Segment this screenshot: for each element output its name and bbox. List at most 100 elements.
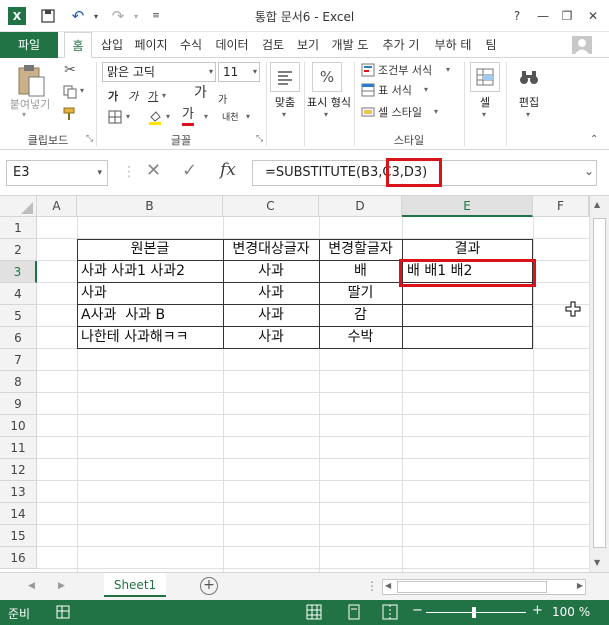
cell-styles-icon[interactable] [360, 104, 376, 120]
column-header-e[interactable]: E [402, 196, 533, 217]
minimize-button[interactable]: — [532, 6, 554, 26]
cancel-formula-button[interactable]: ✕ [146, 160, 161, 181]
cell-c3[interactable]: 사과 [223, 261, 319, 283]
font-launcher-icon[interactable]: ⤡ [256, 134, 263, 144]
cell-b5[interactable]: A사과 사과 B [81, 305, 221, 327]
copy-dropdown-icon[interactable]: ▾ [80, 86, 84, 95]
alignment-icon[interactable] [270, 62, 300, 92]
row-header-7[interactable]: 7 [0, 349, 37, 371]
fill-color-dropdown-icon[interactable]: ▾ [166, 112, 170, 121]
percent-icon[interactable]: % [312, 62, 342, 92]
add-sheet-button[interactable]: + [200, 577, 218, 595]
header-result[interactable]: 결과 [402, 239, 533, 261]
tab-addins[interactable]: 추가 기 [377, 32, 425, 58]
cell-styles-button[interactable]: 셀 스타일 [378, 102, 422, 122]
phonetic-dropdown-icon[interactable]: ▾ [246, 112, 250, 121]
collapse-ribbon-icon[interactable]: ⌃ [590, 134, 598, 145]
phonetic-button[interactable]: 내천 [222, 106, 239, 126]
alignment-dropdown-icon[interactable]: ▾ [282, 110, 286, 119]
row-header-14[interactable]: 14 [0, 503, 37, 525]
grow-font-button[interactable]: 가 [194, 82, 207, 102]
tab-file[interactable]: 파일 [0, 32, 58, 58]
tab-data[interactable]: 데이터 [210, 32, 254, 58]
row-header-12[interactable]: 12 [0, 459, 37, 481]
row-header-1[interactable]: 1 [0, 217, 37, 239]
normal-view-icon[interactable] [306, 604, 322, 620]
cut-icon[interactable]: ✂ [60, 60, 80, 80]
format-as-table-dropdown-icon[interactable]: ▾ [424, 85, 428, 94]
row-header-6[interactable]: 6 [0, 327, 37, 349]
splitter-icon[interactable]: ⋮ [366, 579, 378, 593]
format-as-table-button[interactable]: 표 서식 [378, 80, 412, 100]
cell-b3[interactable]: 사과 사과1 사과2 [81, 261, 221, 283]
copy-icon[interactable] [60, 82, 80, 102]
user-avatar[interactable] [572, 36, 592, 54]
sheet-scroll-right-icon[interactable]: ▶ [58, 581, 65, 591]
clipboard-launcher-icon[interactable]: ⤡ [86, 134, 93, 144]
number-format-dropdown-icon[interactable]: ▾ [324, 110, 328, 119]
font-color-button[interactable]: 가 [182, 106, 194, 126]
paste-dropdown-icon[interactable]: ▾ [22, 110, 26, 119]
row-header-5[interactable]: 5 [0, 305, 37, 327]
fill-color-icon[interactable] [146, 108, 164, 126]
italic-button[interactable]: 가 [128, 86, 138, 106]
header-replacement-text[interactable]: 변경할글자 [319, 239, 402, 261]
sheet-scroll-left-icon[interactable]: ◀ [28, 581, 35, 591]
format-as-table-icon[interactable] [360, 82, 376, 98]
paste-icon[interactable] [12, 62, 50, 100]
row-header-3[interactable]: 3 [0, 261, 37, 283]
cells-icon[interactable] [470, 62, 500, 92]
cell-e5[interactable] [407, 305, 533, 327]
tab-view[interactable]: 보기 [292, 32, 324, 58]
worksheet-grid[interactable]: A B C D E F ▲ ▼ 1 2 3 4 5 6 7 8 9 10 11 … [0, 196, 609, 572]
cells-dropdown-icon[interactable]: ▾ [482, 110, 486, 119]
row-header-10[interactable]: 10 [0, 415, 37, 437]
cell-b4[interactable]: 사과 [81, 283, 221, 305]
tab-page-layout[interactable]: 페이지 [130, 32, 172, 58]
font-name-combo[interactable]: 맑은 고딕 ▾ [102, 62, 216, 82]
shrink-font-button[interactable]: 가 [218, 88, 227, 108]
row-header-4[interactable]: 4 [0, 283, 37, 305]
row-header-13[interactable]: 13 [0, 481, 37, 503]
cells-label[interactable]: 셀 [468, 94, 502, 110]
cell-d3[interactable]: 배 [319, 261, 402, 283]
vertical-scroll-thumb[interactable] [593, 218, 606, 548]
cell-c4[interactable]: 사과 [223, 283, 319, 305]
underline-dropdown-icon[interactable]: ▾ [162, 91, 166, 100]
conditional-format-dropdown-icon[interactable]: ▾ [446, 65, 450, 74]
horizontal-scrollbar[interactable]: ◀ ▶ [382, 579, 586, 595]
cell-d4[interactable]: 딸기 [319, 283, 402, 305]
cell-e6[interactable] [407, 327, 533, 349]
scroll-right-icon[interactable]: ▶ [577, 581, 583, 590]
paste-label[interactable]: 붙여넣기 [6, 96, 54, 112]
cell-d5[interactable]: 감 [319, 305, 402, 327]
scroll-down-icon[interactable]: ▼ [594, 558, 600, 567]
tab-team[interactable]: 팀 [480, 32, 502, 58]
format-painter-icon[interactable] [60, 104, 80, 124]
borders-icon[interactable] [106, 108, 124, 126]
select-all-corner[interactable] [0, 196, 37, 217]
macro-record-icon[interactable] [56, 605, 70, 619]
conditional-format-icon[interactable] [360, 62, 376, 78]
name-box[interactable]: E3 ▾ [6, 160, 108, 186]
editing-label[interactable]: 편집 [512, 94, 546, 110]
number-format-label[interactable]: 표시 형식 [306, 94, 352, 110]
column-header-d[interactable]: D [319, 196, 402, 217]
row-header-16[interactable]: 16 [0, 547, 37, 569]
alignment-label[interactable]: 맞춤 [268, 94, 302, 110]
row-header-2[interactable]: 2 [0, 239, 37, 261]
cell-b6[interactable]: 나한테 사과해ㅋㅋ [81, 327, 221, 349]
underline-button[interactable]: 가 [148, 86, 158, 106]
tab-home[interactable]: 홈 [64, 32, 92, 59]
column-header-a[interactable]: A [37, 196, 77, 217]
cell-c5[interactable]: 사과 [223, 305, 319, 327]
tab-review[interactable]: 검토 [257, 32, 289, 58]
row-header-11[interactable]: 11 [0, 437, 37, 459]
editing-dropdown-icon[interactable]: ▾ [526, 110, 530, 119]
vertical-scrollbar[interactable]: ▲ ▼ [589, 196, 609, 572]
header-target-text[interactable]: 변경대상글자 [223, 239, 319, 261]
header-original-text[interactable]: 원본글 [77, 239, 223, 261]
column-header-b[interactable]: B [77, 196, 223, 217]
tab-load-test[interactable]: 부하 테 [428, 32, 478, 58]
tab-insert[interactable]: 삽입 [96, 32, 128, 58]
